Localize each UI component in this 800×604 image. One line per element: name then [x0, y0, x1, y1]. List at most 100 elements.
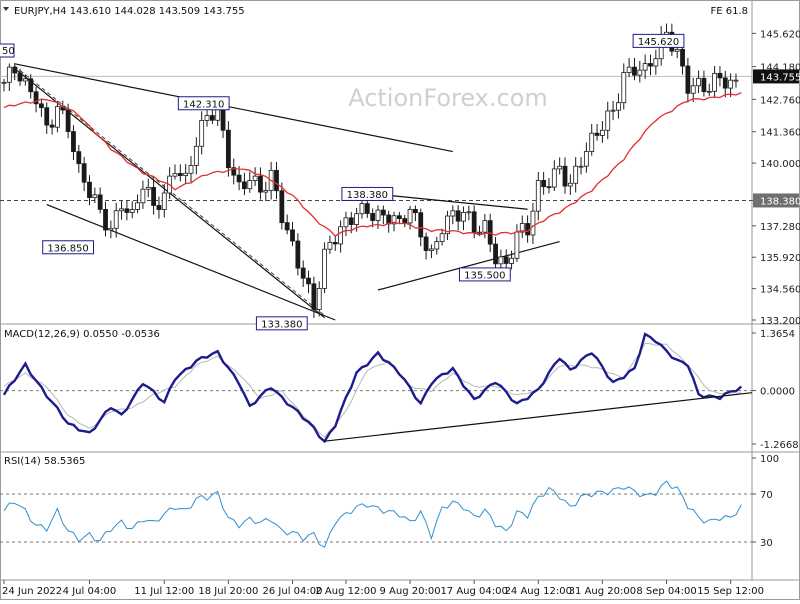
candle-body [466, 211, 472, 214]
macd-tick-label: -1.2668 [760, 440, 799, 451]
panel-collapse-icon [3, 7, 9, 11]
candle-body [637, 69, 643, 76]
candle-body [701, 77, 707, 92]
candle-body [327, 241, 333, 250]
candle-body [696, 77, 701, 87]
candle-body [119, 208, 124, 212]
rsi-tick-label: 70 [760, 490, 773, 501]
candle-body [600, 129, 605, 136]
time-tick-label: 26 Jul 04:00 [263, 586, 323, 597]
candle-body [573, 165, 579, 184]
candle-body [338, 226, 344, 245]
candle-body [514, 231, 520, 259]
candle-body [332, 241, 338, 245]
candle-body [439, 233, 445, 243]
candle-body [65, 109, 71, 132]
candle-body [348, 217, 354, 225]
price-annotation-text: 138.380 [347, 190, 388, 201]
price-annotation-text: 135.500 [464, 270, 505, 281]
candle-body [482, 220, 488, 233]
candle-body [103, 208, 108, 231]
time-tick-label: 24 Jun 2022 [2, 586, 62, 597]
candle-body [161, 192, 167, 210]
candle-body [193, 145, 199, 166]
candle-body [546, 186, 552, 189]
candle-body [567, 182, 573, 187]
candle-body [461, 211, 466, 222]
candle-body [551, 168, 557, 188]
macd-tick-label: 1.3654 [760, 329, 795, 340]
candle-body [209, 115, 215, 121]
candle-body [92, 194, 98, 198]
price-annotation-text: 142.310 [183, 99, 224, 110]
fe-level-label: FE 61.8 [710, 6, 748, 17]
candle-body [22, 78, 28, 82]
candle-body [605, 110, 611, 131]
candle-body [151, 186, 157, 206]
macd-trendline [324, 392, 753, 442]
partial-annotation-text: 50 [2, 46, 15, 57]
candle-body [97, 194, 103, 210]
rsi-tick-label: 30 [760, 538, 773, 549]
price-tick-label: 142.760 [760, 95, 800, 106]
candle-body [626, 66, 632, 74]
candle-body [632, 66, 637, 76]
candle-body [242, 181, 247, 190]
candle-body [225, 129, 231, 169]
candle-body [39, 103, 44, 109]
time-tick-label: 2 Aug 12:00 [315, 586, 376, 597]
candle-body [247, 180, 253, 190]
candle-body [685, 65, 691, 94]
watermark-text: ActionForex.com [348, 84, 548, 112]
candle-body [487, 220, 493, 245]
candle-body [295, 240, 301, 269]
candle-body [145, 186, 151, 190]
candle-body [509, 257, 514, 264]
candle-body [541, 180, 547, 188]
candle-body [370, 213, 376, 221]
time-tick-label: 4 Jul 04:00 [63, 586, 117, 597]
price-tick-label: 145.620 [760, 29, 800, 40]
candle-body [535, 180, 541, 212]
level-price-tag-text: 138.380 [760, 196, 800, 207]
candle-body [311, 283, 317, 310]
candle-body [71, 131, 76, 153]
candle-body [690, 85, 696, 94]
price-tick-label: 133.200 [760, 316, 800, 327]
chart-root: ActionForex.com 145.620 144.180 142.760 141.… [0, 0, 800, 600]
time-tick-label: 8 Sep 04:00 [636, 586, 696, 597]
candle-body [108, 227, 114, 231]
candle-body [177, 173, 183, 176]
candle-body [28, 78, 34, 93]
candle-body [418, 212, 424, 238]
candle-body [616, 102, 621, 111]
candle-body [610, 109, 616, 112]
price-tick-label: 134.560 [760, 285, 800, 296]
price-annotation-text: 136.850 [47, 243, 88, 254]
current-price-tag-text: 143.755 [760, 72, 800, 83]
candle-body [364, 203, 370, 214]
candle-body [343, 217, 349, 228]
candle-body [712, 72, 717, 92]
candle-body [583, 151, 589, 167]
candle-body [562, 165, 568, 187]
candle-body [402, 218, 408, 224]
candle-body [717, 72, 723, 79]
price-tick-label: 135.920 [760, 253, 800, 264]
candle-body [434, 241, 440, 250]
candle-body [621, 72, 627, 104]
candle-body [450, 210, 456, 217]
candle-body [380, 209, 386, 216]
price-header-label: EURJPY,H4 143.610 144.028 143.509 143.75… [14, 6, 245, 17]
price-annotation-text: 133.380 [261, 319, 302, 330]
candle-body [55, 106, 60, 128]
candle-body [396, 215, 402, 220]
time-tick-label: 15 Sep 12:00 [697, 586, 764, 597]
time-tick-label: 11 Jul 12:00 [134, 586, 194, 597]
candle-body [183, 172, 189, 176]
candle-body [498, 256, 504, 265]
time-tick-label: 31 Aug 20:00 [569, 586, 636, 597]
candle-body [578, 165, 584, 168]
candle-body [204, 115, 210, 121]
price-tick-label: 137.280 [760, 222, 800, 233]
